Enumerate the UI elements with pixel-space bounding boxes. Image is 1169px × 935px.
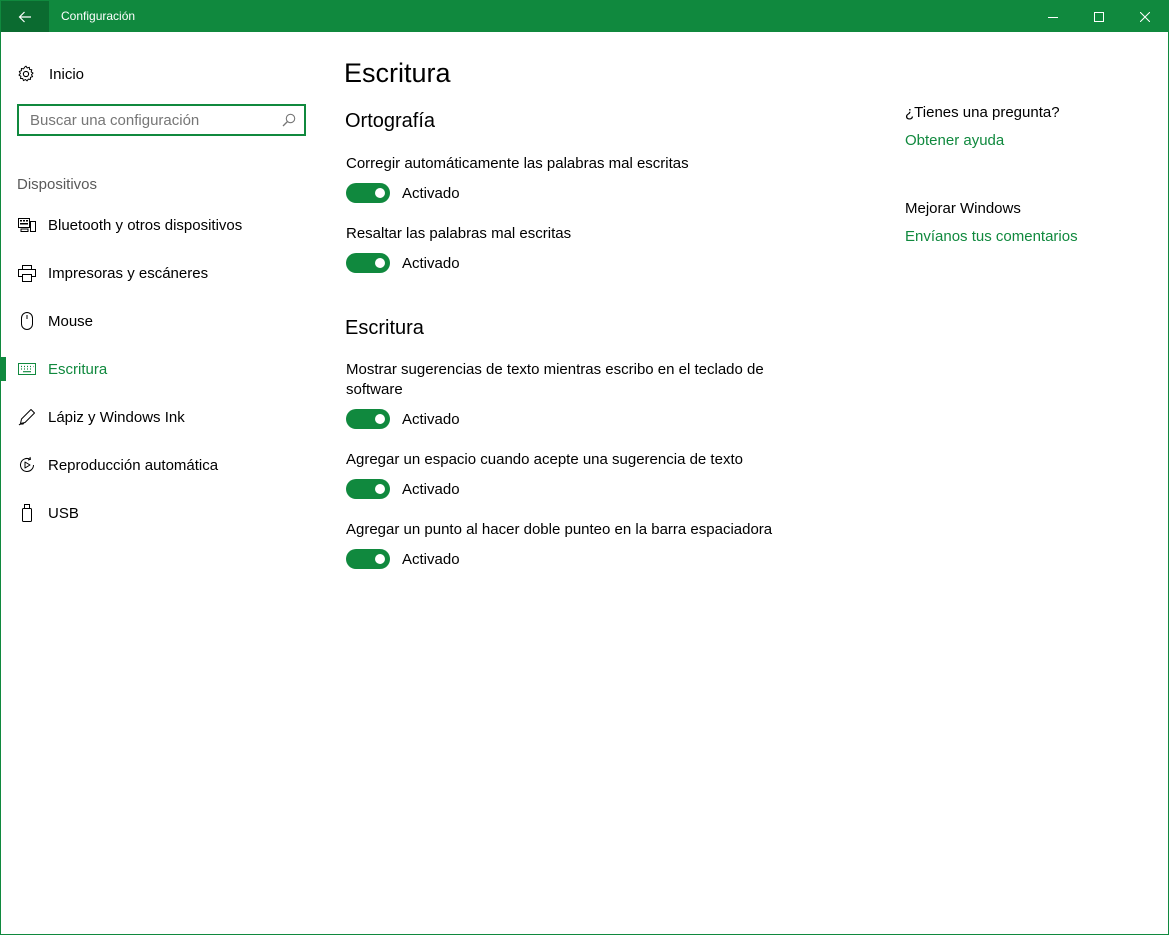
toggle-autocorrect[interactable] <box>346 183 390 203</box>
maximize-button[interactable] <box>1076 1 1122 32</box>
close-icon <box>1140 11 1150 22</box>
sidebar: Inicio Dispositivos <box>1 32 323 934</box>
bluetooth-devices-icon <box>17 215 37 235</box>
keyboard-icon <box>17 359 37 379</box>
maximize-icon <box>1094 11 1104 22</box>
setting-label-highlight: Resaltar las palabras mal escritas <box>346 225 572 242</box>
toggle-knob <box>375 554 385 564</box>
sidebar-item-bluetooth[interactable]: Bluetooth y otros dispositivos <box>1 209 323 241</box>
settings-window: Configuración Inicio Buscar una configur… <box>0 0 1169 935</box>
sidebar-item-printers[interactable]: Impresoras y escáneres <box>1 257 323 289</box>
page-title: Escritura <box>344 58 451 88</box>
close-button[interactable] <box>1122 1 1168 32</box>
search-box[interactable] <box>17 104 306 136</box>
minimize-button[interactable] <box>1030 1 1076 32</box>
setting-label-add-space: Agregar un espacio cuando acepte una sug… <box>346 451 743 468</box>
pen-icon <box>17 407 37 427</box>
toggle-double-tap-period[interactable] <box>346 549 390 569</box>
toggle-highlight[interactable] <box>346 253 390 273</box>
toggle-state-label: Activado <box>402 480 460 498</box>
back-arrow-icon <box>18 11 31 22</box>
home-label: Inicio <box>49 65 85 83</box>
toggle-knob <box>375 484 385 494</box>
sidebar-item-pen[interactable]: Lápiz y Windows Ink <box>1 401 323 433</box>
selection-indicator <box>1 357 6 381</box>
usb-icon <box>17 503 37 523</box>
sidebar-item-label: Reproducción automática <box>48 456 219 474</box>
toggle-state-label: Activado <box>402 184 460 202</box>
question-heading: ¿Tienes una pregunta? <box>905 104 1060 121</box>
toggle-knob <box>375 188 385 198</box>
group-title-spelling: Ortografía <box>345 110 436 132</box>
toggle-state-label: Activado <box>402 254 460 272</box>
toggle-state-label: Activado <box>402 550 460 568</box>
printer-icon <box>17 263 37 283</box>
toggle-state-label: Activado <box>402 410 460 428</box>
sidebar-item-mouse[interactable]: Mouse <box>1 305 323 337</box>
title-bar: Configuración <box>1 1 1168 32</box>
sidebar-item-label: Lápiz y Windows Ink <box>48 408 185 426</box>
back-button[interactable] <box>1 1 49 32</box>
sidebar-item-typing[interactable]: Escritura <box>1 353 323 385</box>
toggle-knob <box>375 414 385 424</box>
setting-label-autocorrect: Corregir automáticamente las palabras ma… <box>346 155 689 172</box>
sidebar-item-label: USB <box>48 504 79 522</box>
setting-autocorrect: Activado <box>346 183 460 203</box>
sidebar-item-label: Escritura <box>48 360 108 378</box>
window-title: Configuración <box>61 9 136 23</box>
sidebar-item-label: Impresoras y escáneres <box>48 264 209 282</box>
sidebar-item-label: Bluetooth y otros dispositivos <box>48 216 243 234</box>
gear-icon <box>18 65 34 82</box>
feedback-link[interactable]: Envíanos tus comentarios <box>905 228 1078 245</box>
improve-windows-heading: Mejorar Windows <box>905 200 1021 217</box>
group-title-typing: Escritura <box>345 317 424 339</box>
sidebar-item-label: Mouse <box>48 312 94 330</box>
minimize-icon <box>1048 16 1058 18</box>
sidebar-item-usb[interactable]: USB <box>1 497 323 529</box>
setting-highlight: Activado <box>346 253 460 273</box>
setting-label-text-suggestions: Mostrar sugerencias de texto mientras es… <box>346 361 764 398</box>
get-help-link[interactable]: Obtener ayuda <box>905 132 1004 149</box>
toggle-add-space[interactable] <box>346 479 390 499</box>
sidebar-item-autoplay[interactable]: Reproducción automática <box>1 449 323 481</box>
setting-double-tap-period: Activado <box>346 549 460 569</box>
sidebar-item-home[interactable]: Inicio <box>17 62 84 86</box>
toggle-knob <box>375 258 385 268</box>
autoplay-icon <box>17 455 37 475</box>
section-heading-devices: Dispositivos <box>17 176 98 193</box>
mouse-icon <box>17 311 37 331</box>
setting-text-suggestions: Activado <box>346 409 460 429</box>
search-icon <box>282 113 296 127</box>
toggle-text-suggestions[interactable] <box>346 409 390 429</box>
setting-label-double-tap-period: Agregar un punto al hacer doble punteo e… <box>346 521 773 538</box>
setting-add-space: Activado <box>346 479 460 499</box>
search-button[interactable] <box>274 113 304 127</box>
search-input[interactable] <box>30 111 274 129</box>
